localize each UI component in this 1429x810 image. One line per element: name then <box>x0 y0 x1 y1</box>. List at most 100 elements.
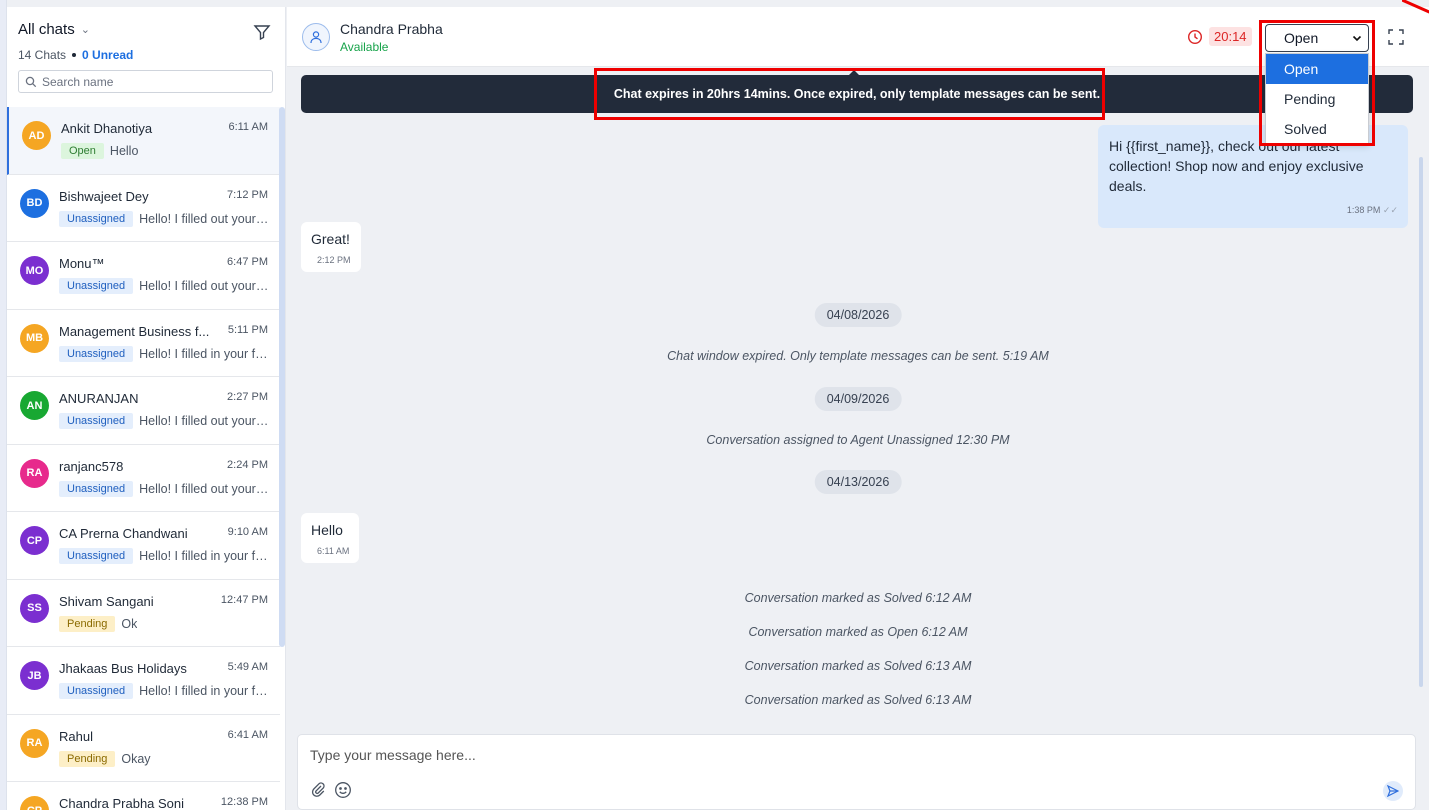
chat-list-item[interactable]: AD Ankit Dhanotiya 6:11 AM Open Hello <box>7 107 280 175</box>
chat-last-message: Hello! I filled out your form... <box>139 211 269 226</box>
chat-name: ranjanc578 <box>59 458 124 474</box>
send-button[interactable] <box>1383 781 1403 801</box>
chat-sidebar: All chats ⌄ 14 Chats 0 Unread AD Ankit Dh… <box>7 7 286 810</box>
message-composer <box>297 734 1416 810</box>
annotation-arrow <box>1402 0 1429 14</box>
filter-icon[interactable] <box>253 23 271 41</box>
date-separator: 04/13/2026 <box>814 470 902 494</box>
chat-time: 5:11 PM <box>227 323 268 336</box>
chat-list-item[interactable]: CP CA Prerna Chandwani 9:10 AM Unassigned He… <box>7 512 280 580</box>
date-separator: 04/09/2026 <box>814 387 902 411</box>
left-edge-strip <box>0 0 7 810</box>
conversation-panel: Chandra Prabha Available 20:14 Open Open… <box>287 0 1429 810</box>
avatar: CP <box>20 526 49 555</box>
message-text: Hello <box>311 522 343 538</box>
message-time: 1:38 PM ✓✓ <box>1346 205 1398 215</box>
chat-last-message: Hello! I filled out your form... <box>139 279 269 293</box>
avatar: CP <box>20 796 49 810</box>
status-badge: Unassigned <box>59 413 134 429</box>
chat-list-item[interactable]: CP Chandra Prabha Soni 12:38 PM <box>7 782 280 810</box>
system-message: Conversation assigned to Agent Unassigne… <box>706 433 1010 447</box>
contact-status: Available <box>340 40 389 54</box>
avatar: JB <box>20 661 49 690</box>
chat-list-item[interactable]: MO Monu™ 6:47 PM Unassigned Hello! I filled … <box>7 242 280 310</box>
status-option-pending[interactable]: Pending <box>1266 84 1368 114</box>
contact-avatar[interactable] <box>302 23 330 51</box>
chat-list-item[interactable]: RA Rahul 6:41 AM Pending Okay <box>7 715 280 782</box>
status-badge: Unassigned <box>59 683 134 699</box>
status-badge: Unassigned <box>59 345 134 362</box>
avatar: SS <box>20 593 49 623</box>
status-badge: Unassigned <box>59 210 134 227</box>
status-dropdown-menu: Open Pending Solved <box>1265 53 1369 145</box>
incoming-message: Hello 6:11 AM <box>301 513 360 563</box>
system-message: Conversation marked as Solved 6:13 AM <box>744 693 972 707</box>
avatar: AN <box>20 391 49 420</box>
chat-time: 2:24 PM <box>227 458 268 471</box>
paperclip-icon[interactable] <box>310 781 326 797</box>
chat-list-item[interactable]: SS Shivam Sangani 12:47 PM Pending Ok <box>7 580 280 647</box>
avatar: RA <box>20 458 49 488</box>
chat-preview-row: Pending Okay <box>59 750 269 767</box>
search-icon <box>25 76 37 87</box>
avatar: AD <box>22 121 51 150</box>
chat-list-item[interactable]: JB Jhakaas Bus Holidays 5:49 AM Unassigned H… <box>7 647 280 715</box>
chevron-down-icon: ⌄ <box>80 24 90 36</box>
chat-last-message: Okay <box>121 751 151 766</box>
chat-preview-row: Unassigned Hello! I filled in your form..… <box>59 683 269 699</box>
read-receipt-icon: ✓✓ <box>1382 205 1398 215</box>
unread-count[interactable]: 0 Unread <box>82 48 133 62</box>
chat-list-item[interactable]: BD Bishwajeet Dey 7:12 PM Unassigned Hello! … <box>7 175 280 242</box>
sidebar-scrollbar[interactable] <box>279 107 285 647</box>
chat-list: AD Ankit Dhanotiya 6:11 AM Open Hello BD Bishw… <box>7 107 280 810</box>
separator-dot <box>72 53 77 57</box>
chat-preview-row: Open Hello <box>61 143 271 159</box>
emoji-icon[interactable] <box>334 781 352 799</box>
chat-last-message: Ok <box>121 616 138 631</box>
status-select[interactable]: Open <box>1265 24 1369 52</box>
search-box[interactable] <box>18 70 273 93</box>
conversation-header: Chandra Prabha Available 20:14 Open <box>287 7 1429 67</box>
chat-name: Chandra Prabha Soni <box>59 796 185 810</box>
chat-time: 12:47 PM <box>220 593 268 606</box>
chat-time: 9:10 AM <box>227 526 268 538</box>
chat-preview-row: Unassigned Hello! I filled out your form.… <box>59 278 269 294</box>
message-text: Hi {{first_name}}, check out our latest … <box>1109 138 1364 194</box>
avatar: MB <box>20 323 49 353</box>
status-option-solved[interactable]: Solved <box>1266 114 1368 144</box>
chat-last-message: Hello! I filled in your form... <box>139 549 269 563</box>
incoming-message: Great! 2:12 PM <box>301 222 361 272</box>
chevron-down-icon <box>1352 35 1362 42</box>
system-message: Conversation marked as Open 6:12 AM <box>748 625 968 639</box>
status-badge: Pending <box>59 615 116 632</box>
messages-scrollbar[interactable] <box>1419 157 1423 687</box>
chat-list-item[interactable]: AN ANURANJAN 2:27 PM Unassigned Hello! I fil… <box>7 377 280 445</box>
chat-preview-row: Unassigned Hello! I filled out your form.… <box>59 480 269 497</box>
chat-time: 6:11 AM <box>228 121 268 133</box>
system-message: Conversation marked as Solved 6:12 AM <box>744 591 972 605</box>
chat-filter-dropdown[interactable]: All chats ⌄ <box>18 21 273 38</box>
chat-time: 5:49 AM <box>227 661 268 673</box>
message-time: 2:12 PM <box>317 255 351 265</box>
chat-time: 6:47 PM <box>227 256 268 268</box>
message-input[interactable] <box>310 747 1310 769</box>
status-select-value: Open <box>1284 30 1319 46</box>
avatar: RA <box>20 728 49 758</box>
chat-name: Bishwajeet Dey <box>59 188 149 204</box>
system-message: Chat window expired. Only template messa… <box>667 349 1049 363</box>
chat-name: Jhakaas Bus Holidays <box>59 661 187 676</box>
timer-value: 20:14 <box>1209 27 1252 46</box>
chat-last-message: Hello! I filled in your form... <box>139 684 269 698</box>
search-input[interactable] <box>42 74 262 89</box>
chat-list-item[interactable]: RA ranjanc578 2:24 PM Unassigned Hello! I fi… <box>7 445 280 512</box>
status-option-open[interactable]: Open <box>1266 54 1368 84</box>
chat-name: Shivam Sangani <box>59 593 154 609</box>
clock-icon <box>1187 29 1203 44</box>
chat-preview-row: Unassigned Hello! I filled in your form..… <box>59 345 269 362</box>
chat-name: Rahul <box>59 728 93 744</box>
status-badge: Pending <box>59 750 116 767</box>
chat-time: 7:12 PM <box>227 188 268 201</box>
message-time: 6:11 AM <box>317 546 350 556</box>
expiry-banner-text: Chat expires in 20hrs 14mins. Once expir… <box>613 87 1101 101</box>
chat-list-item[interactable]: MB Management Business f... 5:11 PM Unassig… <box>7 310 280 377</box>
